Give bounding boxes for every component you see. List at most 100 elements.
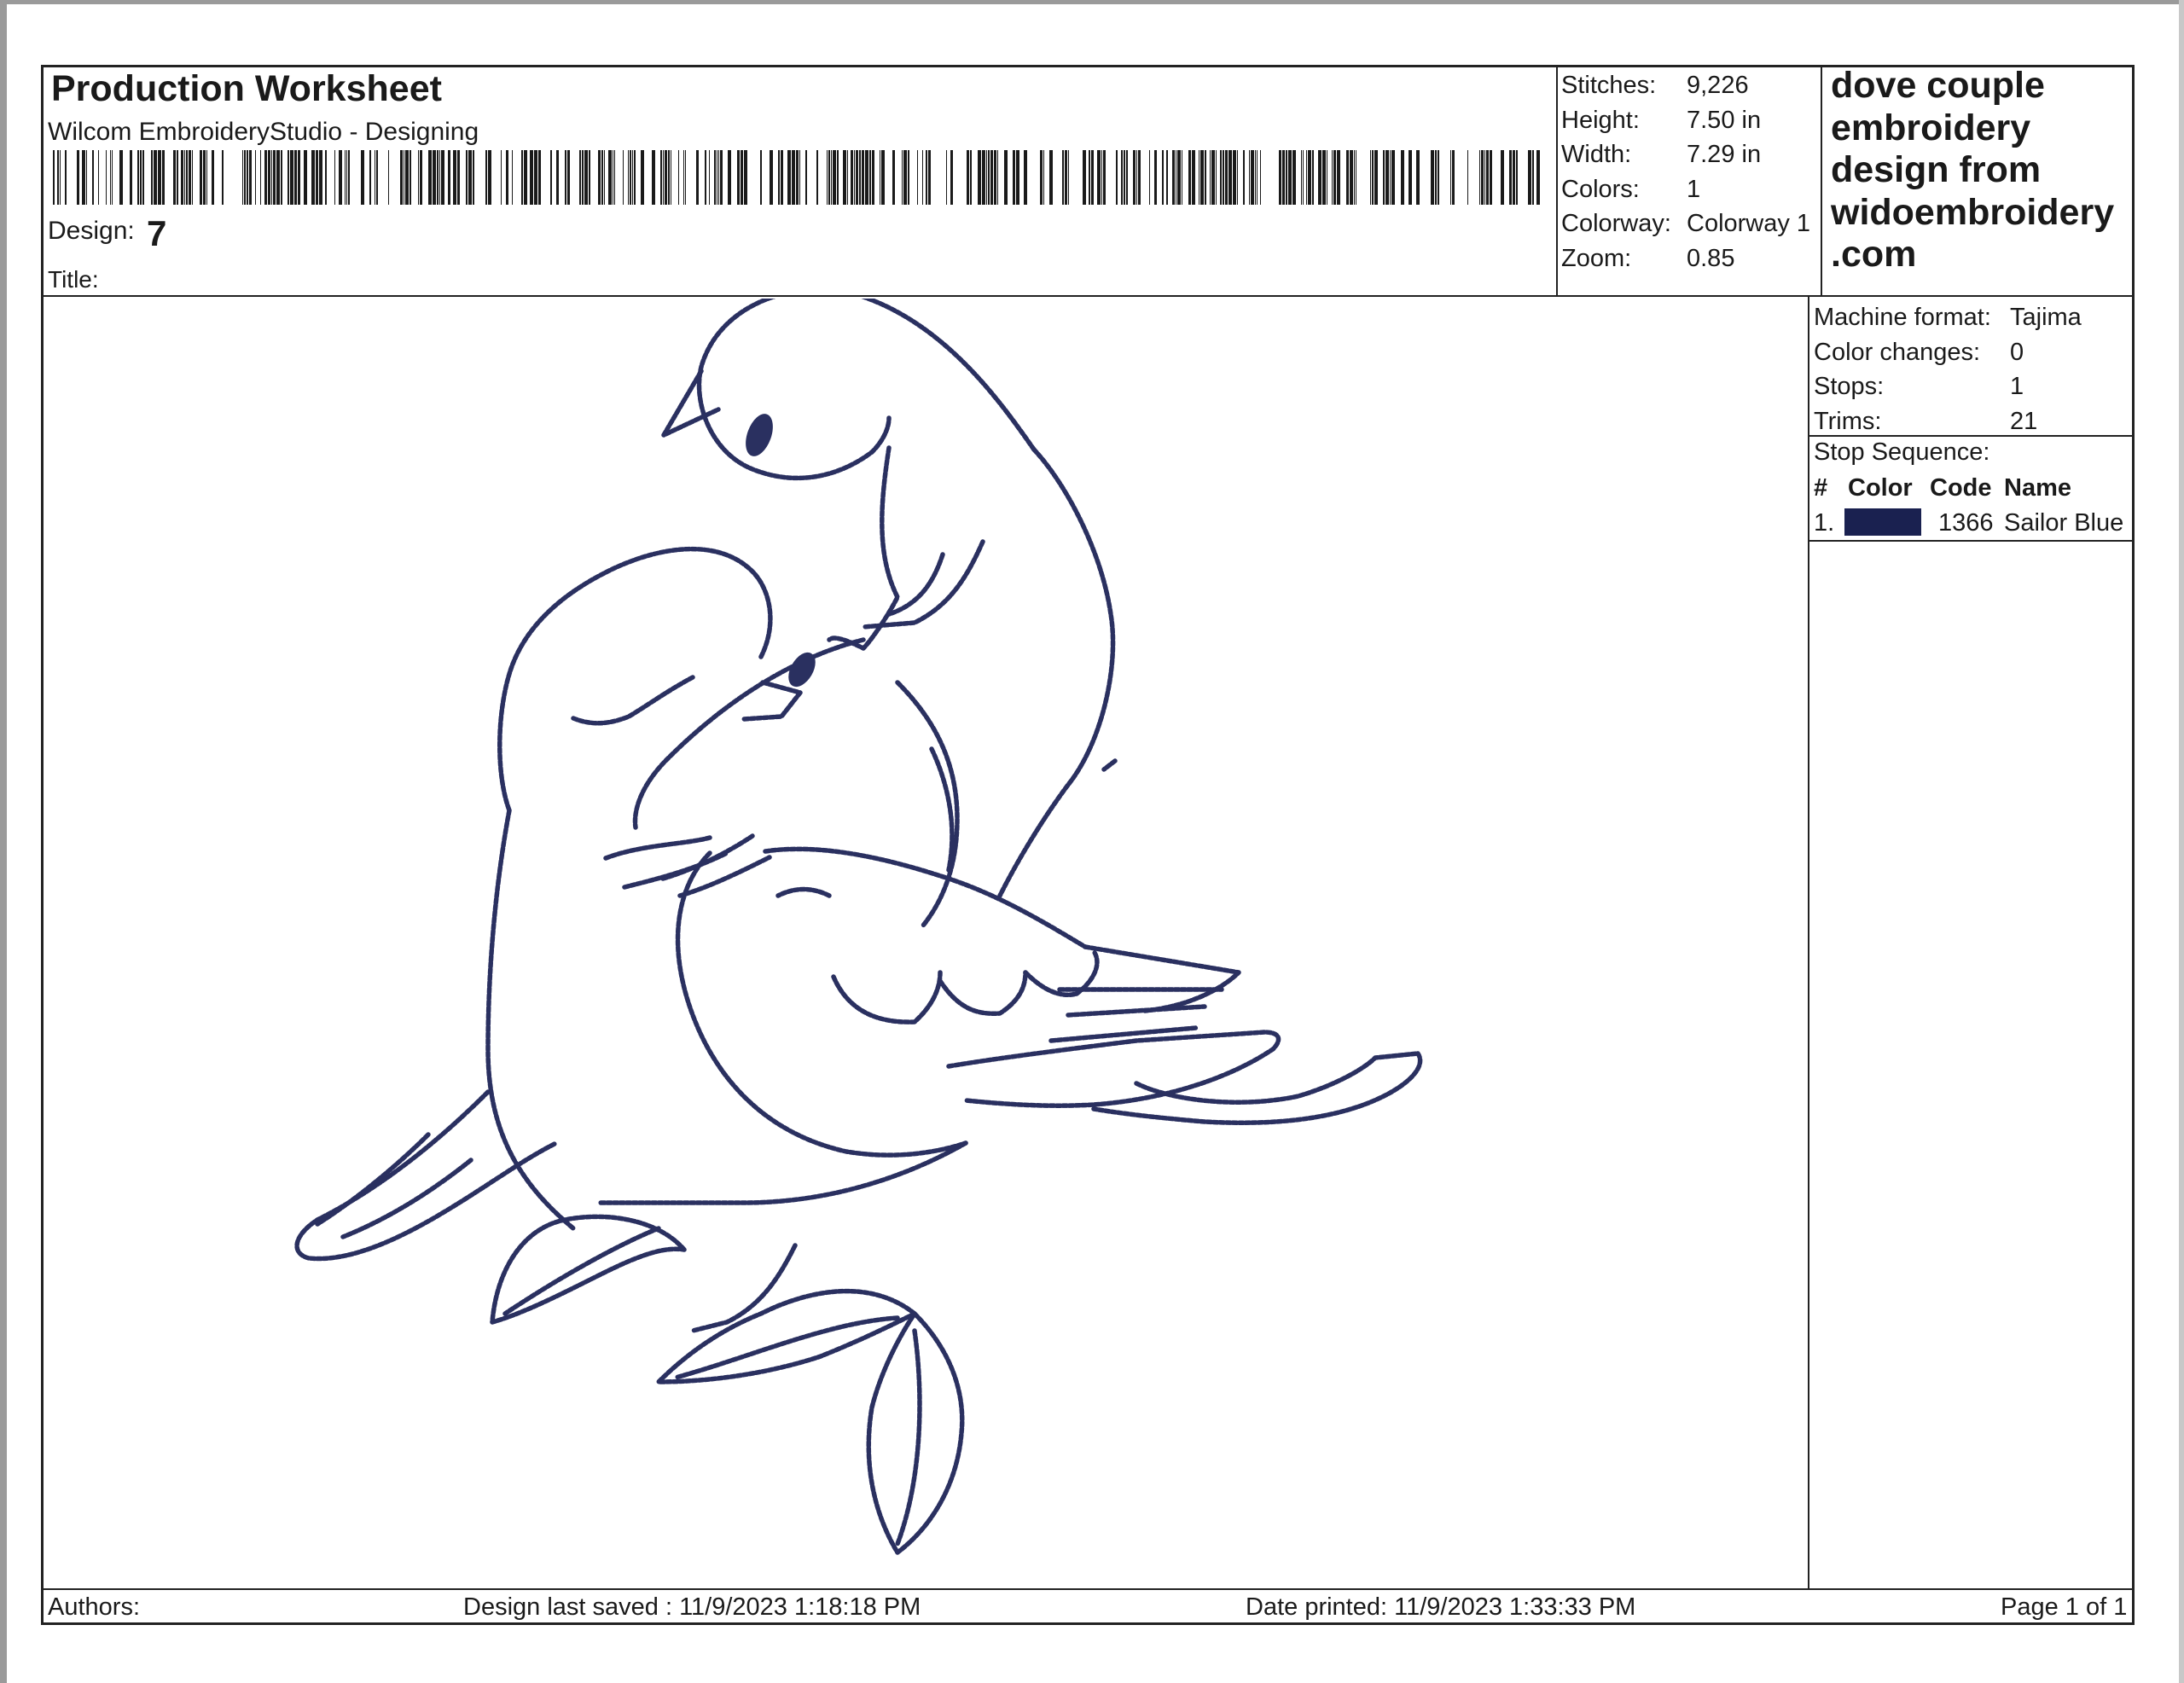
barcode-bar [316,150,318,205]
title-label: Title: [48,266,99,293]
barcode-bar [1040,150,1043,205]
barcode-bar [714,150,716,205]
barcode-bar [720,150,723,205]
barcode-bar [1133,150,1136,205]
barcode-bar [439,150,440,205]
barcode-bar [1097,150,1101,205]
barcode-bar [843,150,846,205]
header-code: Code [1930,474,1992,502]
barcode-bar [433,150,436,205]
front-dove-feather-2 [938,970,1028,1016]
barcode-bar [805,150,807,205]
barcode-bar [1374,150,1378,205]
barcode-bar [325,150,327,205]
back-dove-side [1101,758,1118,772]
barcode-bar [1479,150,1480,205]
barcode-bar [119,150,123,205]
barcode-bar [1354,150,1355,205]
barcode-bar [1126,150,1128,205]
barcode-bar [869,150,871,205]
barcode-bar [77,150,79,205]
barcode-bar [206,150,207,205]
barcode-bar [319,150,322,205]
barcode-bar [665,150,667,205]
barcode-bar [872,150,874,205]
barcode-bar [668,150,670,205]
barcode-bar [1200,150,1204,205]
barcode-bar [1062,150,1064,205]
date-printed: Date printed: 11/9/2023 1:33:33 PM [1246,1593,1636,1621]
barcode-bar [53,150,55,205]
barcode-bar [589,150,590,205]
barcode-bar [601,150,603,205]
barcode-bar [1490,150,1492,205]
barcode-bar [1043,150,1044,205]
description-line: .com [1831,234,1917,275]
color-changes-row: Color changes: 0 [1814,335,2082,370]
barcode-bar [847,150,848,205]
barcode-bar [728,150,731,205]
barcode-bar [737,150,740,205]
barcode-bar [565,150,566,205]
barcode-bar [1004,150,1008,205]
barcode-bar [831,150,832,205]
barcode-bar [854,150,855,205]
barcode-bar [294,150,297,205]
barcode-bar [1346,150,1349,205]
barcode-bar [212,150,214,205]
barcode-bar [1228,150,1232,205]
barcode-bar [1370,150,1371,205]
back-dove-body-right [997,447,1116,898]
barcode-bar [1383,150,1385,205]
barcode-bar [268,150,270,205]
barcode-bar [137,150,139,205]
row-code: 1366 [1938,509,1994,537]
barcode-bar [1481,150,1484,205]
back-dove-body-left [827,445,900,651]
back-dove-tail [294,1089,559,1262]
barcode-bar [678,150,679,205]
barcode-bar [926,150,927,205]
front-dove-back [485,808,576,1231]
barcode-bar [917,150,918,205]
barcode-bar [967,150,969,205]
stat-height: Height: 7.50 in [1561,103,1810,138]
barcode-bar [1312,150,1314,205]
barcode-bar [652,150,655,205]
barcode-bar [1301,150,1302,205]
front-dove-tail-upper [1083,944,1241,1013]
barcode-bar [1333,150,1336,205]
barcode-bar [1205,150,1206,205]
barcode-bar [760,150,762,205]
barcode-bar [922,150,923,205]
barcode-bar [1166,150,1168,205]
barcode-bar [892,150,895,205]
page-edge-right [2179,0,2184,1683]
barcode-bar [1282,150,1285,205]
barcode-bar [632,150,633,205]
barcode-bar [1162,150,1164,205]
barcode-bar [1210,150,1211,205]
barcode-bar [1220,150,1222,205]
barcode-bar [512,150,513,205]
leaf-back [690,1243,798,1333]
last-saved: Design last saved : 11/9/2023 1:18:18 PM [463,1593,921,1621]
leaf-bottom-vein [895,1328,922,1547]
barcode [53,150,1540,205]
barcode-bar [1536,150,1540,205]
barcode-bar [628,150,629,205]
barcode-bar [1435,150,1437,205]
front-dove-tail-rear [1091,1051,1423,1125]
barcode-bar [203,150,206,205]
barcode-bar [705,150,706,205]
barcode-bar [1528,150,1531,205]
description-line: design from [1831,149,2042,190]
barcode-bar [1292,150,1296,205]
barcode-bar [1279,150,1281,205]
design-label: Design: [48,217,135,245]
barcode-bar [778,150,780,205]
barcode-bar [1391,150,1395,205]
barcode-bar [173,150,176,205]
barcode-bar [623,150,624,205]
barcode-bar [538,150,541,205]
